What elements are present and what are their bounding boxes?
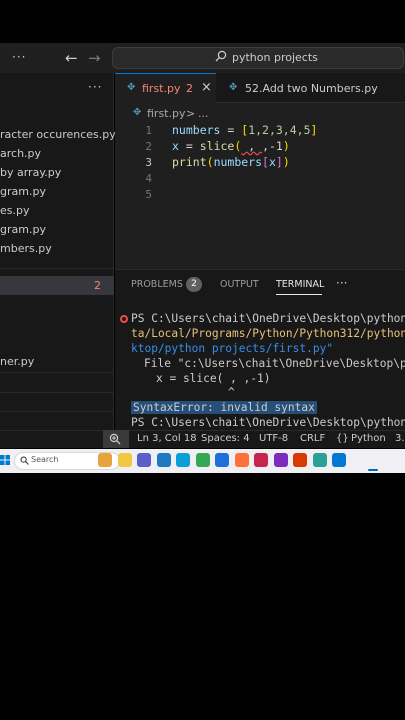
active-tab-indicator [276, 294, 322, 295]
dell-icon[interactable] [156, 453, 171, 467]
file-item[interactable]: arch.py [0, 147, 41, 160]
search-label: python projects [232, 51, 318, 64]
vscode-icon[interactable] [332, 453, 346, 467]
code-token: print [172, 155, 207, 169]
braces-icon: {} [336, 433, 349, 444]
terminal-line: x = slice( , ,-1) [156, 372, 271, 385]
code-line-1[interactable]: numbers = [1,2,3,4,5] [172, 123, 317, 137]
file-item[interactable]: mbers.py [0, 242, 52, 255]
syntax-error-message: SyntaxError: invalid syntax [131, 401, 317, 414]
file-explorer-icon[interactable] [117, 453, 132, 467]
tab-label: first.py [142, 82, 181, 95]
terminal-line: ^ [228, 386, 235, 399]
sidebar-divider [0, 392, 114, 393]
close-icon[interactable]: × [201, 80, 212, 95]
photos-icon[interactable] [254, 453, 268, 467]
line-number: 3 [145, 156, 152, 169]
status-cursor-position[interactable]: Ln 3, Col 18 [137, 433, 197, 444]
line-number: 5 [145, 188, 152, 201]
line-number: 2 [145, 140, 152, 153]
terminal-line: ktop/python projects/first.py" [131, 342, 334, 355]
code-token: = [178, 139, 200, 153]
search-icon [215, 50, 227, 62]
status-language[interactable]: Python [351, 433, 386, 444]
sidebar-divider [0, 411, 114, 412]
tab-add-two-numbers[interactable]: 52.Add two Numbers.py [245, 82, 378, 95]
terminal-line: File "c:\Users\chait\OneDrive\Desktop\py… [144, 357, 405, 370]
status-eol[interactable]: CRLF [300, 433, 325, 444]
forward-arrow-icon[interactable]: → [88, 49, 101, 67]
taskbar-search-label: Search [31, 455, 59, 464]
sidebar-more-icon[interactable]: ··· [88, 80, 102, 94]
code-token: [ [262, 155, 269, 169]
breadcrumb-file[interactable]: first.py [147, 107, 185, 120]
line-number: 4 [145, 172, 152, 185]
code-token: slice [199, 139, 235, 153]
line-number: 1 [145, 124, 152, 137]
code-token: x [268, 155, 276, 169]
error-circle-icon [120, 315, 128, 323]
problems-count-badge: 2 [186, 277, 202, 292]
teams-icon[interactable] [137, 453, 151, 467]
menu-more-icon[interactable]: ··· [12, 50, 26, 64]
code-token: ) [282, 139, 290, 153]
file-item[interactable]: ner.py [0, 355, 34, 368]
notes-icon[interactable] [312, 453, 327, 467]
section-problem-count: 2 [94, 279, 101, 292]
sidebar-divider [0, 372, 114, 373]
status-encoding[interactable]: UTF-8 [259, 433, 288, 444]
office-icon[interactable] [293, 453, 307, 467]
terminal-line: ta/Local/Programs/Python/Python312/pytho… [131, 327, 405, 340]
code-token: 1,2,3,4,5 [248, 123, 311, 137]
status-indentation[interactable]: Spaces: 4 [201, 433, 250, 444]
code-token: ] [310, 123, 318, 137]
file-item[interactable]: es.py [0, 204, 30, 217]
tab-terminal[interactable]: TERMINAL [276, 279, 324, 290]
code-token: = [220, 123, 242, 137]
code-token: ,-1 [262, 139, 283, 153]
search-icon [20, 456, 29, 465]
code-token: ] [275, 155, 283, 169]
code-token: ( [206, 155, 214, 169]
file-item[interactable]: gram.py [0, 223, 46, 236]
python-file-icon: ✥ [133, 107, 142, 118]
breadcrumb-separator: > [186, 107, 196, 120]
active-app-indicator [368, 469, 378, 471]
panel-more-icon[interactable]: ··· [336, 276, 347, 290]
windows-start-icon[interactable] [0, 455, 10, 465]
tab-problem-count: 2 [186, 82, 193, 95]
tab-problems[interactable]: PROBLEMS [131, 279, 183, 290]
file-item[interactable]: racter occurences.py [0, 128, 116, 141]
python-file-icon: ✥ [229, 82, 238, 93]
terminal-line: PS C:\Users\chait\OneDrive\Desktop\pytho… [131, 416, 405, 429]
status-python-version[interactable]: 3.1 [395, 433, 405, 444]
python-file-icon: ✥ [127, 82, 136, 93]
syntax-error-underline: , [241, 139, 263, 153]
tab-output[interactable]: OUTPUT [220, 279, 259, 290]
chrome-icon[interactable] [195, 453, 210, 467]
file-item[interactable]: by array.py [0, 166, 61, 179]
terminal-line: PS C:\Users\chait\OneDrive\Desktop\pytho… [131, 312, 405, 325]
code-token: ) [282, 155, 290, 169]
file-item[interactable]: gram.py [0, 185, 46, 198]
sidebar-divider [0, 268, 114, 269]
media-icon[interactable] [273, 453, 288, 467]
zoom-icon [109, 433, 121, 445]
store-icon[interactable] [215, 453, 229, 467]
code-line-2[interactable]: x = slice( , ,-1) [172, 139, 290, 153]
breadcrumb-more[interactable]: ... [198, 107, 209, 120]
code-token: numbers [213, 155, 263, 169]
code-token: numbers [172, 123, 221, 137]
back-arrow-icon[interactable]: ← [65, 49, 78, 67]
firefox-icon[interactable] [234, 453, 249, 467]
edge-icon[interactable] [176, 453, 190, 467]
code-line-3[interactable]: print(numbers[x]) [172, 155, 290, 169]
code-token: x [172, 139, 179, 153]
widgets-icon[interactable] [98, 453, 112, 467]
